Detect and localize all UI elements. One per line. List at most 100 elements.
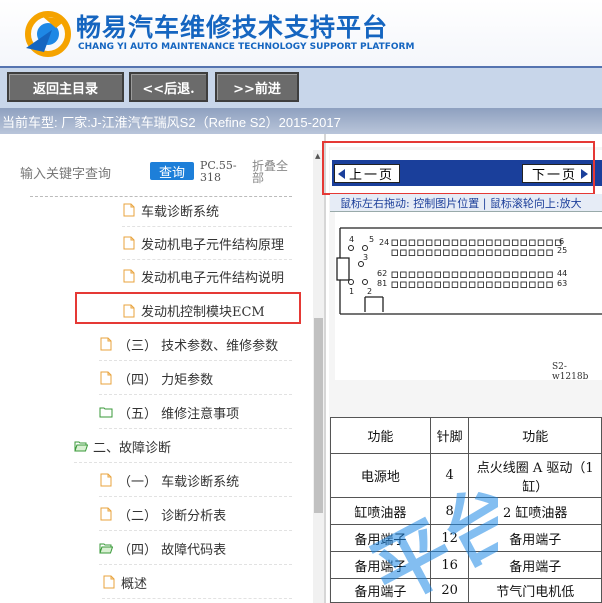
tree-item-label: 二、故障诊断: [93, 440, 172, 456]
connector-pin: [425, 281, 433, 288]
connector-pin: [391, 281, 398, 288]
connector-pin: [468, 271, 476, 278]
connector-pin: [434, 249, 441, 256]
connector-pin: [417, 249, 424, 256]
connector-label: 3: [363, 253, 368, 262]
search-button[interactable]: 查询: [150, 162, 194, 181]
connector-pin: [434, 239, 441, 246]
table-cell: 8: [429, 497, 470, 525]
table-cell: 2 缸喷油器: [468, 497, 602, 525]
forward-button[interactable]: >>前进: [215, 72, 299, 102]
connector-pin: [520, 281, 527, 288]
file-icon: [100, 371, 112, 385]
connector-pin: [511, 239, 519, 246]
tree-item-label: （四） 故障代码表: [118, 542, 227, 558]
table-cell: 点火线圈 A 驱动（1缸）: [468, 453, 602, 498]
table-header: 功能: [468, 417, 602, 454]
table-cell: 备用端子: [468, 551, 602, 579]
file-icon: [123, 269, 135, 283]
connector-pin: [460, 239, 467, 246]
connector-pin-rows: [391, 239, 562, 288]
table-cell: 20: [429, 578, 470, 603]
collapse-all-button[interactable]: 折叠全部: [252, 160, 292, 184]
tree-item-label: （二） 诊断分析表: [118, 508, 227, 524]
connector-pin: [494, 239, 502, 246]
tree-item-label: 发动机电子元件结构说明: [141, 270, 285, 286]
table-cell: 4: [429, 453, 470, 498]
connector-pin: [434, 271, 441, 278]
tree-item-ecu-description[interactable]: 发动机电子元件结构说明: [122, 260, 292, 293]
logo-icon: [25, 11, 71, 57]
table-row: 备用端子 20 节气门电机低: [330, 578, 602, 603]
connector-label: 24: [379, 238, 389, 247]
tree-item-label: （五） 维修注意事项: [118, 406, 240, 422]
connector-pin: [451, 281, 459, 288]
table-cell: 12: [429, 524, 470, 552]
table-cell: 节气门电机低: [468, 578, 602, 603]
tree-item-overview[interactable]: 概述: [102, 566, 292, 599]
tree-item-vehicle-diagnosis[interactable]: 车载诊断系统: [122, 194, 292, 227]
selection-highlight: [75, 292, 301, 324]
table-cell: 电源地: [330, 453, 431, 498]
connector-pin: [443, 281, 450, 288]
file-icon: [100, 337, 112, 351]
search-input[interactable]: 输入关键字查询: [20, 163, 111, 182]
connector-diagram: 4 5 24 6 25 3 62 44 81 63 1 2: [335, 212, 602, 380]
connector-pin: [546, 281, 553, 288]
connector-pin: [417, 239, 424, 246]
tree-item-tech-params[interactable]: （三） 技术参数、维修参数: [99, 328, 292, 361]
connector-label: 81: [377, 279, 387, 288]
connector-label: 1: [349, 287, 354, 296]
connector-label: 25: [557, 246, 567, 255]
brand-subtitle: CHANG YI AUTO MAINTENANCE TECHNOLOGY SUP…: [78, 42, 415, 52]
connector-pin: [537, 281, 545, 288]
tree-item-precautions[interactable]: （五） 维修注意事项: [99, 396, 292, 429]
tree-item-label: 概述: [121, 576, 148, 592]
connector-pin: [494, 281, 502, 288]
connector-pin: [443, 271, 450, 278]
tree-item-fault-codes[interactable]: （四） 故障代码表: [99, 532, 292, 565]
connector-pin: [529, 271, 536, 278]
tree-item-analysis-table[interactable]: （二） 诊断分析表: [99, 498, 292, 531]
scrollbar-thumb[interactable]: [314, 318, 323, 513]
connector-pin: [468, 239, 476, 246]
connector-pin: [520, 271, 527, 278]
connector-pin: [486, 281, 493, 288]
connector-pin: [477, 271, 484, 278]
connector-label: 6: [559, 237, 564, 246]
connector-pin: [520, 249, 527, 256]
connector-pin: [451, 249, 459, 256]
file-icon: [123, 236, 135, 250]
document-code: PC.55-318: [200, 159, 237, 184]
connector-pin: [400, 281, 407, 288]
connector-pin: [425, 239, 433, 246]
connector-pin: [434, 281, 441, 288]
tree-item-label: （四） 力矩参数: [118, 372, 214, 388]
connector-pin: [408, 239, 416, 246]
connector-label: 5: [369, 235, 374, 244]
tree-item-ecu-principle[interactable]: 发动机电子元件结构原理: [122, 227, 292, 260]
table-cell: 备用端子: [330, 578, 431, 603]
file-icon: [100, 473, 112, 487]
tree-item-fault-diagnosis[interactable]: 二、故障诊断: [74, 430, 292, 463]
connector-pin: [408, 271, 416, 278]
back-button[interactable]: <<后退.: [129, 72, 208, 102]
connector-pin: [477, 249, 484, 256]
tree-item-obd[interactable]: （一） 车载诊断系统: [99, 464, 292, 497]
pin-function-table: 功能 针脚 功能 电源地 4 点火线圈 A 驱动（1缸） 缸喷油器 8 2 缸喷…: [330, 417, 602, 603]
connector-pin: [417, 281, 424, 288]
scroll-up-arrow-icon[interactable]: ▲: [315, 152, 320, 160]
connector-label: 4: [349, 235, 354, 244]
table-cell: 备用端子: [468, 524, 602, 552]
table-cell: 备用端子: [330, 524, 431, 552]
connector-pin: [511, 249, 519, 256]
connector-pin: [529, 239, 536, 246]
tree-item-label: （三） 技术参数、维修参数: [118, 338, 279, 354]
connector-pin: [503, 239, 510, 246]
connector-pin: [537, 239, 545, 246]
connector-pin: [468, 281, 476, 288]
tree-item-torque[interactable]: （四） 力矩参数: [99, 362, 292, 395]
connector-pin: [460, 271, 467, 278]
home-button[interactable]: 返回主目录: [7, 72, 124, 102]
folder-icon: [99, 407, 113, 418]
